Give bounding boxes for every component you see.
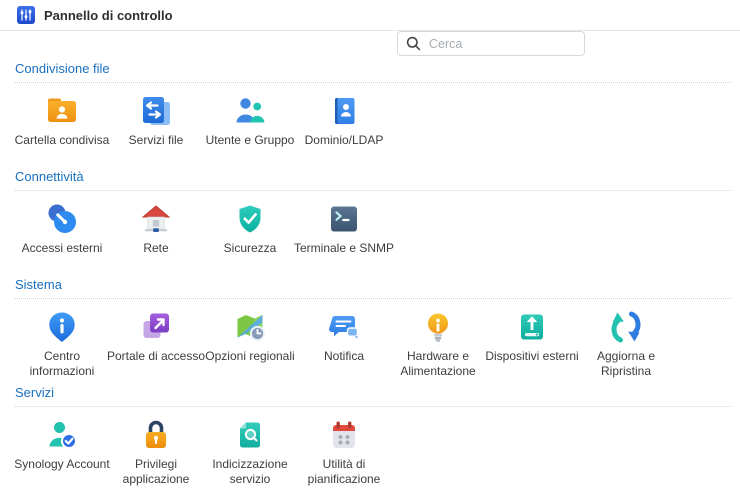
panel-item[interactable]: Opzioni regionali [203, 309, 297, 379]
panel-item-icon-slot [138, 93, 174, 129]
panel-item-label: Notifica [292, 349, 396, 364]
regional-options-icon [232, 309, 268, 345]
service-indexing-icon [232, 417, 268, 453]
panel-item[interactable]: Dominio/LDAP [297, 93, 391, 163]
notification-icon [326, 309, 362, 345]
panel-item-label: Dominio/LDAP [292, 133, 396, 148]
panel-item[interactable]: Servizi file [109, 93, 203, 163]
task-scheduler-icon [326, 417, 362, 453]
network-icon [138, 201, 174, 237]
panel-item[interactable]: Utente e Gruppo [203, 93, 297, 163]
panel-item[interactable]: Terminale e SNMP [297, 201, 391, 271]
panel-item[interactable]: Rete [109, 201, 203, 271]
section-title: Sistema [15, 277, 732, 299]
titlebar: Pannello di controllo [0, 0, 740, 31]
control-panel-window: Pannello di controllo Condivisione file … [0, 0, 740, 493]
hardware-power-icon [420, 309, 456, 345]
synology-account-icon [44, 417, 80, 453]
panel-item[interactable]: Centro informazioni [15, 309, 109, 379]
sections: Condivisione file Cartella condivisa Ser… [0, 61, 740, 487]
section: Condivisione file Cartella condivisa Ser… [15, 61, 732, 163]
panel-item-label: Utilità di pianificazione [292, 457, 396, 487]
section: Connettività Accessi esterni Rete Sicure… [15, 169, 732, 271]
panel-item-label: Centro informazioni [10, 349, 114, 379]
external-access-icon [44, 201, 80, 237]
info-center-icon [44, 309, 80, 345]
section-title: Condivisione file [15, 61, 732, 83]
page-title: Pannello di controllo [44, 8, 173, 23]
section: Servizi Synology Account Privilegi appli… [15, 385, 732, 487]
search-icon [406, 36, 421, 51]
panel-item-icon-slot [326, 417, 362, 453]
panel-item[interactable]: Synology Account [15, 417, 109, 487]
panel-item-label: Dispositivi esterni [480, 349, 584, 364]
panel-item-label: Hardware e Alimentazione [386, 349, 490, 379]
control-panel-icon [17, 6, 35, 24]
search-box[interactable] [397, 31, 585, 56]
section-title: Servizi [15, 385, 732, 407]
panel-item-icon-slot [514, 309, 550, 345]
panel-item-label: Accessi esterni [10, 241, 114, 256]
external-devices-icon [514, 309, 550, 345]
login-portal-icon [138, 309, 174, 345]
section-row: Centro informazioni Portale di accesso O… [15, 299, 732, 379]
panel-item[interactable]: Hardware e Alimentazione [391, 309, 485, 379]
panel-item-label: Indicizzazione servizio [198, 457, 302, 487]
panel-item-icon-slot [44, 201, 80, 237]
app-privileges-icon [138, 417, 174, 453]
panel-item-icon-slot [232, 417, 268, 453]
panel-item-label: Servizi file [104, 133, 208, 148]
panel-item-icon-slot [326, 93, 362, 129]
panel-item-icon-slot [232, 201, 268, 237]
shared-folder-icon [44, 93, 80, 129]
panel-item-icon-slot [420, 309, 456, 345]
security-icon [232, 201, 268, 237]
search-input[interactable] [427, 36, 576, 52]
panel-item[interactable]: Utilità di pianificazione [297, 417, 391, 487]
section-row: Cartella condivisa Servizi file Utente e… [15, 83, 732, 163]
panel-item-label: Cartella condivisa [10, 133, 114, 148]
section-row: Accessi esterni Rete Sicurezza Terminale… [15, 191, 732, 271]
panel-item-label: Rete [104, 241, 208, 256]
panel-item-icon-slot [326, 201, 362, 237]
section: Sistema Centro informazioni Portale di a… [15, 277, 732, 379]
panel-item[interactable]: Privilegi applicazione [109, 417, 203, 487]
panel-item-icon-slot [44, 93, 80, 129]
panel-item[interactable]: Dispositivi esterni [485, 309, 579, 379]
terminal-snmp-icon [326, 201, 362, 237]
panel-item-label: Terminale e SNMP [292, 241, 396, 256]
panel-item-icon-slot [232, 93, 268, 129]
file-services-icon [138, 93, 174, 129]
panel-item-label: Sicurezza [198, 241, 302, 256]
panel-item-label: Portale di accesso [104, 349, 208, 364]
section-row: Synology Account Privilegi applicazione … [15, 407, 732, 487]
panel-item-icon-slot [138, 201, 174, 237]
panel-item-label: Aggiorna e Ripristina [574, 349, 678, 379]
panel-item-icon-slot [44, 417, 80, 453]
panel-item-label: Utente e Gruppo [198, 133, 302, 148]
panel-item-icon-slot [608, 309, 644, 345]
update-restore-icon [608, 309, 644, 345]
panel-item-icon-slot [138, 309, 174, 345]
panel-item[interactable]: Accessi esterni [15, 201, 109, 271]
panel-item[interactable]: Indicizzazione servizio [203, 417, 297, 487]
panel-item[interactable]: Cartella condivisa [15, 93, 109, 163]
panel-item-label: Synology Account [10, 457, 114, 472]
panel-item[interactable]: Aggiorna e Ripristina [579, 309, 673, 379]
panel-item-label: Privilegi applicazione [104, 457, 208, 487]
panel-item-label: Opzioni regionali [198, 349, 302, 364]
panel-item-icon-slot [138, 417, 174, 453]
panel-item[interactable]: Notifica [297, 309, 391, 379]
panel-item[interactable]: Sicurezza [203, 201, 297, 271]
domain-ldap-icon [326, 93, 362, 129]
panel-item-icon-slot [326, 309, 362, 345]
panel-item-icon-slot [44, 309, 80, 345]
panel-item[interactable]: Portale di accesso [109, 309, 203, 379]
user-group-icon [232, 93, 268, 129]
section-title: Connettività [15, 169, 732, 191]
panel-item-icon-slot [232, 309, 268, 345]
